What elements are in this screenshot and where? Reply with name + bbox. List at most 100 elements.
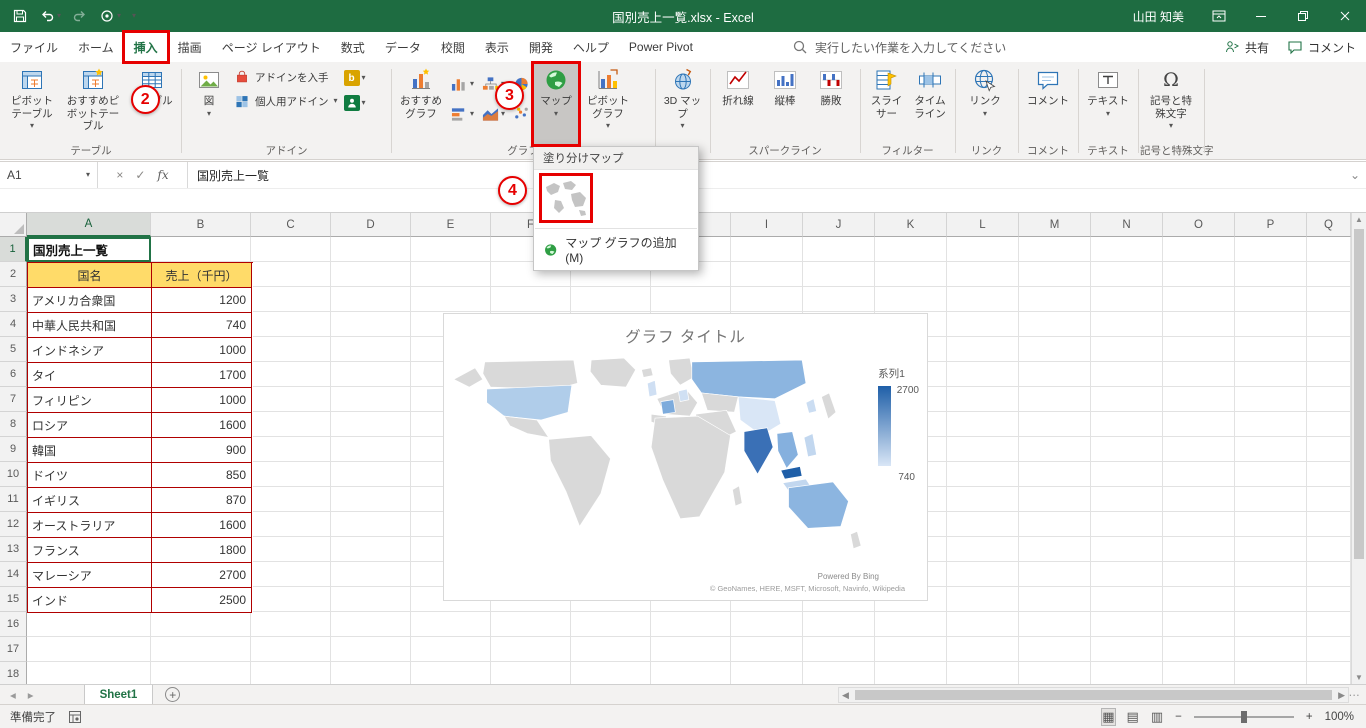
- grid-cell[interactable]: [1019, 637, 1091, 662]
- row-header-9[interactable]: 9: [0, 437, 27, 462]
- grid-cell[interactable]: [151, 612, 251, 637]
- insert-bar-chart-button[interactable]: ▾: [451, 101, 478, 127]
- country-header-cell[interactable]: 国名: [28, 263, 152, 288]
- share-button[interactable]: 共有: [1224, 39, 1269, 56]
- macro-record-icon[interactable]: [68, 710, 82, 724]
- grid-cell[interactable]: [331, 287, 411, 312]
- column-header-N[interactable]: N: [1091, 213, 1163, 237]
- grid-cell[interactable]: [1235, 237, 1307, 262]
- grid-cell[interactable]: [331, 512, 411, 537]
- touch-mode-icon[interactable]: ▾: [99, 8, 121, 24]
- insert-hierarchy-chart-button[interactable]: ▾: [482, 71, 509, 97]
- row-header-1[interactable]: 1: [0, 237, 27, 262]
- grid-cell[interactable]: [947, 412, 1019, 437]
- grid-cell[interactable]: [331, 612, 411, 637]
- cell-a1-selected[interactable]: 国別売上一覧: [27, 237, 151, 262]
- grid-cell[interactable]: [1307, 587, 1351, 612]
- grid-cell[interactable]: [947, 662, 1019, 684]
- grid-cell[interactable]: [27, 612, 151, 637]
- customize-qat-icon[interactable]: ▾: [132, 12, 136, 20]
- map-3d-button[interactable]: 3D マップ ▾: [659, 63, 706, 145]
- recommended-charts-button[interactable]: おすすめグラフ: [395, 63, 447, 145]
- grid-cell[interactable]: [331, 562, 411, 587]
- grid-cell[interactable]: [251, 562, 331, 587]
- grid-cell[interactable]: [1163, 237, 1235, 262]
- country-name-cell[interactable]: マレーシア: [28, 563, 152, 588]
- grid-cell[interactable]: [1091, 512, 1163, 537]
- grid-cell[interactable]: [571, 662, 651, 684]
- grid-cell[interactable]: [1019, 287, 1091, 312]
- ribbon-tab-挿入[interactable]: 挿入: [124, 32, 168, 62]
- grid-cell[interactable]: [411, 662, 491, 684]
- cancel-entry-icon[interactable]: ×: [116, 168, 123, 182]
- country-name-cell[interactable]: フランス: [28, 538, 152, 563]
- new-sheet-button[interactable]: +: [165, 687, 181, 702]
- grid-cell[interactable]: [731, 262, 803, 287]
- timeline-button[interactable]: タイムライン: [909, 63, 951, 145]
- grid-cell[interactable]: [251, 512, 331, 537]
- grid-cell[interactable]: [571, 637, 651, 662]
- zoom-level[interactable]: 100%: [1325, 711, 1354, 723]
- ribbon-tab-表示[interactable]: 表示: [475, 32, 519, 62]
- column-header-L[interactable]: L: [947, 213, 1019, 237]
- scroll-left-icon[interactable]: ◀: [839, 690, 852, 701]
- map-chart[interactable]: グラフ タイトル 系列1 2700 740 Powered By Bing © …: [443, 313, 928, 601]
- grid-cell[interactable]: [803, 287, 875, 312]
- grid-cell[interactable]: [1163, 287, 1235, 312]
- grid-cell[interactable]: [1019, 337, 1091, 362]
- ribbon-tab-ヘルプ[interactable]: ヘルプ: [563, 32, 619, 62]
- column-header-I[interactable]: I: [731, 213, 803, 237]
- add-map-chart-item[interactable]: マップ グラフの追加(M): [534, 229, 698, 270]
- sales-value-cell[interactable]: 1200: [152, 288, 252, 313]
- restore-button[interactable]: [1282, 0, 1324, 32]
- grid-cell[interactable]: [1235, 312, 1307, 337]
- prev-sheet-icon[interactable]: ◂: [10, 688, 16, 702]
- grid-cell[interactable]: [1307, 362, 1351, 387]
- column-header-K[interactable]: K: [875, 213, 947, 237]
- sales-value-cell[interactable]: 1600: [152, 513, 252, 538]
- ribbon-tab-ページ レイアウト[interactable]: ページ レイアウト: [212, 32, 331, 62]
- row-header-17[interactable]: 17: [0, 637, 27, 662]
- grid-cell[interactable]: [875, 637, 947, 662]
- table-button[interactable]: テーブル: [127, 63, 177, 145]
- column-header-A[interactable]: A: [27, 213, 151, 237]
- grid-cell[interactable]: [251, 612, 331, 637]
- grid-cell[interactable]: [251, 262, 331, 287]
- grid-cell[interactable]: [411, 612, 491, 637]
- sheet-tab-active[interactable]: Sheet1: [83, 685, 154, 704]
- grid-cell[interactable]: [1307, 312, 1351, 337]
- grid-cell[interactable]: [1019, 537, 1091, 562]
- filled-map-option[interactable]: [543, 177, 589, 219]
- grid-cell[interactable]: [491, 612, 571, 637]
- ribbon-tab-校閲[interactable]: 校閲: [431, 32, 475, 62]
- grid-cell[interactable]: [1235, 662, 1307, 684]
- map-chart-button[interactable]: マップ ▾: [532, 62, 580, 146]
- ribbon-tab-Power Pivot[interactable]: Power Pivot: [619, 32, 703, 62]
- country-name-cell[interactable]: 韓国: [28, 438, 152, 463]
- grid-cell[interactable]: [1019, 262, 1091, 287]
- scroll-right-icon[interactable]: ▶: [1335, 690, 1348, 701]
- grid-cell[interactable]: [251, 312, 331, 337]
- grid-cell[interactable]: [1235, 337, 1307, 362]
- get-addins-button[interactable]: アドインを入手: [234, 69, 338, 85]
- column-header-P[interactable]: P: [1235, 213, 1307, 237]
- grid-cell[interactable]: [1163, 412, 1235, 437]
- grid-cell[interactable]: [947, 262, 1019, 287]
- recommended-pivot-button[interactable]: おすすめピボットテーブル: [59, 63, 127, 145]
- grid-cell[interactable]: [571, 287, 651, 312]
- row-header-5[interactable]: 5: [0, 337, 27, 362]
- column-header-B[interactable]: B: [151, 213, 251, 237]
- insert-function-icon[interactable]: fx: [157, 168, 168, 182]
- grid-cell[interactable]: [1091, 537, 1163, 562]
- grid-cell[interactable]: [803, 262, 875, 287]
- column-header-D[interactable]: D: [331, 213, 411, 237]
- grid-cell[interactable]: [1307, 512, 1351, 537]
- country-name-cell[interactable]: インドネシア: [28, 338, 152, 363]
- grid-cell[interactable]: [1307, 612, 1351, 637]
- grid-cell[interactable]: [411, 637, 491, 662]
- grid-cell[interactable]: [1307, 337, 1351, 362]
- grid-cell[interactable]: [1091, 562, 1163, 587]
- horizontal-scroll-thumb[interactable]: [854, 690, 1333, 700]
- grid-cell[interactable]: [1091, 362, 1163, 387]
- grid-cell[interactable]: [331, 587, 411, 612]
